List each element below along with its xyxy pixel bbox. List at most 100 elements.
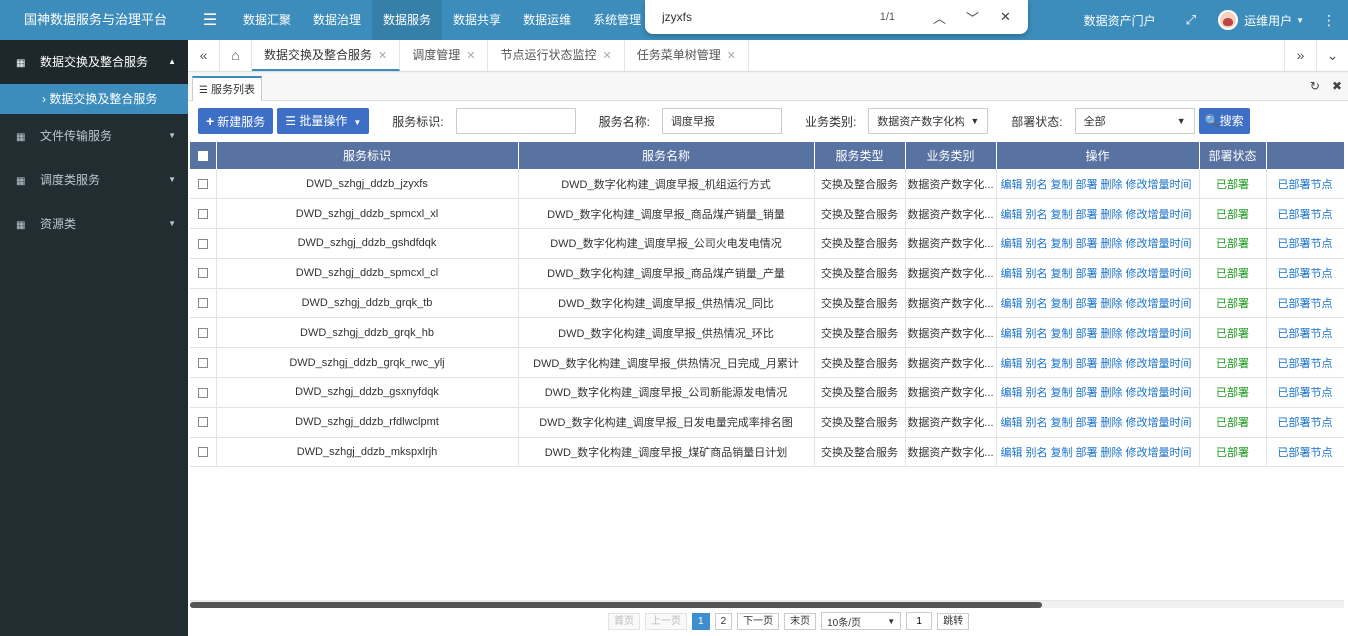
deployed-nodes-link[interactable]: 已部署节点 [1266, 377, 1344, 408]
table-row[interactable]: DWD_szhgj_ddzb_gsxnyfdqk DWD_数字化构建_调度早报_公… [190, 377, 1344, 408]
op-deploy-link[interactable]: 部署 [1076, 417, 1098, 429]
op-modify-increment-time-link[interactable]: 修改增量时间 [1126, 387, 1192, 399]
service-list-tab[interactable]: ☰ 服务列表 [192, 76, 262, 101]
op-alias-link[interactable]: 别名 [1026, 328, 1048, 340]
op-deploy-link[interactable]: 部署 [1076, 298, 1098, 310]
deployed-nodes-link[interactable]: 已部署节点 [1266, 407, 1344, 438]
last-page-button[interactable]: 末页 [784, 612, 817, 630]
row-checkbox[interactable] [197, 178, 208, 189]
op-copy-link[interactable]: 复制 [1051, 179, 1073, 191]
op-edit-link[interactable]: 编辑 [1001, 238, 1023, 250]
nav-data-governance[interactable]: 数据治理 [302, 0, 372, 40]
op-delete-link[interactable]: 删除 [1101, 447, 1123, 459]
page-size-select[interactable]: 10条/页 ▼ [821, 612, 902, 630]
table-row[interactable]: DWD_szhgj_ddzb_spmcxl_cl DWD_数字化构建_调度早报_商… [190, 258, 1344, 289]
horizontal-scrollbar[interactable] [190, 600, 1344, 608]
select-all-checkbox[interactable] [197, 151, 208, 162]
op-edit-link[interactable]: 编辑 [1001, 358, 1023, 370]
nav-data-service[interactable]: 数据服务 [372, 0, 443, 40]
op-deploy-link[interactable]: 部署 [1076, 387, 1098, 399]
op-copy-link[interactable]: 复制 [1051, 298, 1073, 310]
service-id-input[interactable] [455, 108, 576, 134]
menu-toggle-icon[interactable]: ☰ [188, 10, 232, 30]
business-category-select[interactable]: 数据资产数字化构建 ▼ [868, 108, 989, 134]
table-row[interactable]: DWD_szhgj_ddzb_gshdfdqk DWD_数字化构建_调度早报_公司… [190, 228, 1344, 259]
nav-data-aggregation[interactable]: 数据汇聚 [232, 0, 302, 40]
op-modify-increment-time-link[interactable]: 修改增量时间 [1126, 238, 1192, 250]
nav-data-ops[interactable]: 数据运维 [512, 0, 582, 40]
op-alias-link[interactable]: 别名 [1026, 358, 1048, 370]
op-delete-link[interactable]: 删除 [1101, 358, 1123, 370]
asset-portal-link[interactable]: 数据资产门户 [1084, 12, 1156, 29]
next-page-button[interactable]: 下一页 [737, 612, 780, 630]
op-alias-link[interactable]: 别名 [1026, 268, 1048, 280]
op-modify-increment-time-link[interactable]: 修改增量时间 [1126, 417, 1192, 429]
op-deploy-link[interactable]: 部署 [1076, 447, 1098, 459]
deploy-status-select[interactable]: 全部 ▼ [1074, 108, 1195, 134]
find-input[interactable] [645, 10, 855, 24]
op-alias-link[interactable]: 别名 [1026, 387, 1048, 399]
sidebar-group-exchange[interactable]: ▦ 数据交换及整合服务 ▲ [0, 40, 188, 84]
row-checkbox[interactable] [197, 387, 208, 398]
op-modify-increment-time-link[interactable]: 修改增量时间 [1126, 298, 1192, 310]
op-copy-link[interactable]: 复制 [1051, 417, 1073, 429]
op-deploy-link[interactable]: 部署 [1076, 328, 1098, 340]
user-menu[interactable]: 运维用户 ▼ [1218, 10, 1304, 30]
op-edit-link[interactable]: 编辑 [1001, 328, 1023, 340]
op-edit-link[interactable]: 编辑 [1001, 387, 1023, 399]
tab-task-menu-tree[interactable]: 任务菜单树管理 ✕ [625, 40, 749, 71]
nav-data-sharing[interactable]: 数据共享 [442, 0, 512, 40]
table-row[interactable]: DWD_szhgj_ddzb_jzyxfs DWD_数字化构建_调度早报_机组运行… [190, 169, 1344, 200]
op-modify-increment-time-link[interactable]: 修改增量时间 [1126, 179, 1192, 191]
table-row[interactable]: DWD_szhgj_ddzb_grqk_hb DWD_数字化构建_调度早报_供热情… [190, 317, 1344, 349]
deployed-nodes-link[interactable]: 已部署节点 [1266, 317, 1344, 349]
op-modify-increment-time-link[interactable]: 修改增量时间 [1126, 268, 1192, 280]
tabs-scroll-left-icon[interactable]: « [188, 40, 220, 71]
home-icon[interactable]: ⌂ [220, 40, 252, 71]
op-modify-increment-time-link[interactable]: 修改增量时间 [1126, 328, 1192, 340]
nav-system-management[interactable]: 系统管理 [582, 0, 652, 40]
op-modify-increment-time-link[interactable]: 修改增量时间 [1126, 447, 1192, 459]
op-alias-link[interactable]: 别名 [1026, 417, 1048, 429]
op-alias-link[interactable]: 别名 [1026, 209, 1048, 221]
scrollbar-thumb[interactable] [190, 602, 1042, 608]
op-modify-increment-time-link[interactable]: 修改增量时间 [1126, 358, 1192, 370]
op-deploy-link[interactable]: 部署 [1076, 358, 1098, 370]
op-alias-link[interactable]: 别名 [1026, 298, 1048, 310]
op-deploy-link[interactable]: 部署 [1076, 268, 1098, 280]
op-edit-link[interactable]: 编辑 [1001, 417, 1023, 429]
table-row[interactable]: DWD_szhgj_ddzb_spmcxl_xl DWD_数字化构建_调度早报_商… [190, 198, 1344, 230]
search-button[interactable]: 🔍搜索 [1198, 108, 1250, 134]
row-checkbox[interactable] [197, 268, 208, 279]
deployed-nodes-link[interactable]: 已部署节点 [1266, 347, 1344, 379]
op-alias-link[interactable]: 别名 [1026, 238, 1048, 250]
sidebar-group-resources[interactable]: ▦ 资源类 ▼ [0, 202, 188, 246]
table-row[interactable]: DWD_szhgj_ddzb_mkspxlrjh DWD_数字化构建_调度早报_煤… [190, 437, 1344, 468]
op-alias-link[interactable]: 别名 [1026, 179, 1048, 191]
jump-page-input[interactable] [906, 612, 933, 630]
prev-page-button[interactable]: 上一页 [645, 612, 687, 630]
op-delete-link[interactable]: 删除 [1101, 179, 1123, 191]
header-service-name[interactable]: 服务名称 [518, 142, 815, 169]
op-edit-link[interactable]: 编辑 [1001, 447, 1023, 459]
header-deploy-status[interactable]: 部署状态 [1199, 142, 1267, 169]
row-checkbox[interactable] [197, 208, 208, 219]
row-checkbox[interactable] [197, 417, 208, 428]
tab-exchange-service[interactable]: 数据交换及整合服务 ✕ [252, 40, 401, 71]
op-copy-link[interactable]: 复制 [1051, 447, 1073, 459]
op-alias-link[interactable]: 别名 [1026, 447, 1048, 459]
close-icon[interactable]: ✕ [602, 50, 611, 62]
close-icon[interactable]: ✕ [466, 50, 475, 62]
table-row[interactable]: DWD_szhgj_ddzb_grqk_rwc_ylj DWD_数字化构建_调度早… [190, 347, 1344, 379]
op-copy-link[interactable]: 复制 [1051, 387, 1073, 399]
deployed-nodes-link[interactable]: 已部署节点 [1266, 169, 1344, 200]
op-copy-link[interactable]: 复制 [1051, 358, 1073, 370]
row-checkbox[interactable] [197, 238, 208, 249]
deployed-nodes-link[interactable]: 已部署节点 [1266, 258, 1344, 289]
page-button-1[interactable]: 1 [692, 612, 710, 630]
deployed-nodes-link[interactable]: 已部署节点 [1266, 437, 1344, 468]
service-name-input[interactable] [661, 108, 782, 134]
new-service-button[interactable]: + 新建服务 [198, 108, 274, 134]
op-deploy-link[interactable]: 部署 [1076, 238, 1098, 250]
batch-operation-button[interactable]: ☰ 批量操作 ▼ [277, 108, 370, 134]
